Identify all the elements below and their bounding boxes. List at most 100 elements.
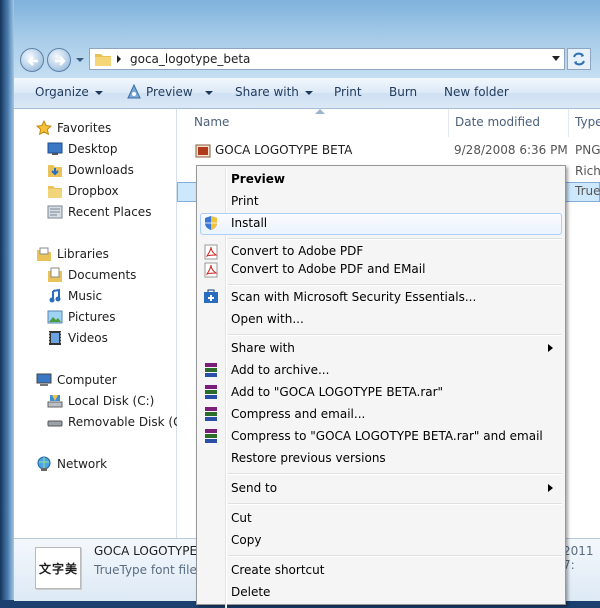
local-disk-icon [47,395,63,408]
menu-item-print[interactable]: Print [231,194,259,208]
share-with-menu[interactable]: Share with [235,85,313,99]
menu-item-cut[interactable]: Cut [231,511,252,525]
file-type: PNG [575,143,600,157]
menu-item-convert-pdf-email[interactable]: Convert to Adobe PDF and EMail [231,262,425,276]
details-date-fragment: 2011 7: [563,544,594,572]
window-border-left [0,0,14,600]
menu-item-convert-pdf[interactable]: Convert to Adobe PDF [231,244,363,258]
recent-places-icon [47,205,63,219]
menu-item-send-to[interactable]: Send to [231,481,277,495]
menu-item-create-shortcut[interactable]: Create shortcut [231,563,324,577]
nav-documents-label: Documents [68,268,137,282]
nav-videos-label: Videos [68,331,108,345]
menu-separator [228,284,562,286]
menu-item-install[interactable]: Install [231,216,267,230]
desktop-icon [47,142,63,155]
menu-separator [228,473,562,475]
pictures-icon [47,310,63,324]
recent-pages-dropdown-icon[interactable] [76,56,84,64]
folder-icon [95,54,111,66]
menu-item-compress-email[interactable]: Compress and email... [231,407,365,421]
share-with-caret-icon [304,90,313,95]
menu-separator [228,334,562,336]
menu-item-open-with[interactable]: Open with... [231,312,304,326]
menu-item-add-archive[interactable]: Add to archive... [231,363,329,377]
nav-downloads-label: Downloads [68,163,134,177]
command-bar: Organize Preview Share with Print Burn N… [14,78,600,109]
star-icon [36,120,52,136]
menu-item-add-rar[interactable]: Add to "GOCA LOGOTYPE BETA.rar" [231,385,443,399]
menu-item-copy[interactable]: Copy [231,533,261,547]
winrar-icon [205,363,217,377]
libraries-icon [37,247,51,261]
winrar-icon [205,407,217,421]
refresh-icon [573,52,585,66]
computer-icon [36,373,52,386]
menu-separator [228,238,562,240]
downloads-folder-icon [48,165,62,177]
address-dropdown-icon[interactable] [552,56,560,62]
sort-ascending-icon [315,109,325,114]
share-with-label: Share with [235,85,299,99]
nav-libraries-label: Libraries [57,247,109,261]
nav-recent-places-label: Recent Places [68,205,152,219]
network-icon [37,456,51,471]
nav-desktop-label: Desktop [68,142,118,156]
nav-computer-label: Computer [57,373,117,387]
menu-item-preview[interactable]: Preview [231,172,285,186]
menu-item-restore[interactable]: Restore previous versions [231,451,386,465]
forward-button[interactable] [47,48,71,72]
nav-music-label: Music [68,289,103,303]
uac-shield-icon [205,216,217,230]
column-divider[interactable] [448,109,449,137]
menu-separator [228,503,562,505]
security-essentials-icon [204,289,218,303]
file-type: Rich [575,164,600,178]
menu-item-share-with[interactable]: Share with [231,341,295,355]
pdf-email-icon [204,262,218,278]
address-bar[interactable]: goca_logotype_beta [89,48,565,70]
organize-caret-icon [94,90,103,95]
winrar-icon [205,385,217,399]
png-image-icon [195,144,211,158]
menu-item-delete[interactable]: Delete [231,585,270,599]
preview-menu[interactable]: Preview [146,85,213,99]
details-file-name: GOCA LOGOTYPE [94,544,198,558]
print-button[interactable]: Print [334,85,362,99]
organize-menu[interactable]: Organize [35,85,103,99]
menu-item-compress-rar-email[interactable]: Compress to "GOCA LOGOTYPE BETA.rar" and… [231,429,543,443]
burn-button[interactable]: Burn [389,85,417,99]
winrar-icon [205,429,217,443]
dropbox-folder-icon [48,186,62,198]
breadcrumb-chevron-icon[interactable] [115,55,123,63]
removable-disk-icon [47,420,63,427]
new-folder-button[interactable]: New folder [444,85,509,99]
back-button[interactable] [20,48,44,72]
file-row[interactable]: GOCA LOGOTYPE BETA 9/28/2008 6:36 PM PNG [177,141,600,161]
submenu-arrow-icon [548,484,553,492]
column-header-name[interactable]: Name [194,115,229,129]
menu-item-scan[interactable]: Scan with Microsoft Security Essentials.… [231,290,476,304]
refresh-button[interactable] [567,48,591,70]
file-name: GOCA LOGOTYPE BETA [215,143,353,157]
music-icon [49,288,61,303]
column-header-date-modified[interactable]: Date modified [455,115,540,129]
preview-caret-icon [204,90,213,95]
file-type: True [575,184,600,198]
documents-icon [48,267,62,282]
back-arrow-icon [27,56,38,66]
nav-local-disk-label: Local Disk (C:) [68,394,155,408]
preview-icon [127,84,141,99]
column-header-type[interactable]: Type [575,115,600,129]
videos-icon [49,331,61,345]
address-path[interactable]: goca_logotype_beta [130,52,250,66]
context-menu: Preview Print Install Convert to Adobe P… [196,165,566,608]
preview-label: Preview [146,85,193,99]
column-divider[interactable] [568,109,569,137]
submenu-arrow-icon [548,344,553,352]
font-thumbnail-text: 文字美 [39,562,79,576]
nav-network-label: Network [57,457,108,471]
nav-dropbox-label: Dropbox [68,184,119,198]
details-file-type: TrueType font file [94,563,197,577]
nav-removable-disk-label: Removable Disk (G:) [68,415,192,429]
